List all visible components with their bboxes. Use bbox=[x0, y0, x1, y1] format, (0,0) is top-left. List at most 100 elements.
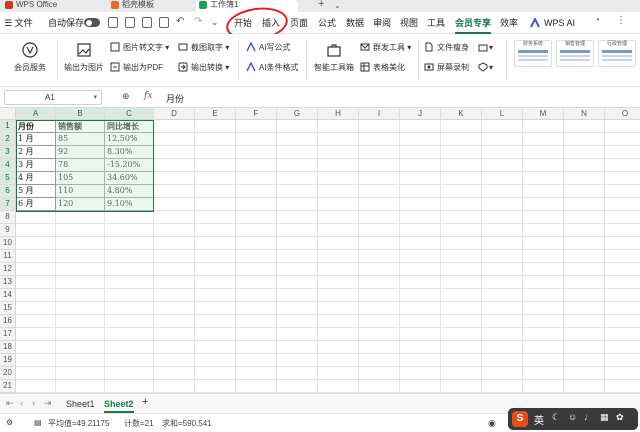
cell-i4[interactable] bbox=[359, 159, 400, 172]
cell-a1[interactable]: 月份 bbox=[16, 120, 56, 133]
cell-i20[interactable] bbox=[359, 367, 400, 380]
cell-g3[interactable] bbox=[277, 146, 318, 159]
cell-c16[interactable] bbox=[105, 315, 154, 328]
cell-f19[interactable] bbox=[236, 354, 277, 367]
cell-k21[interactable] bbox=[441, 380, 482, 393]
cell-o18[interactable] bbox=[605, 341, 640, 354]
cell-k18[interactable] bbox=[441, 341, 482, 354]
cell-b21[interactable] bbox=[56, 380, 105, 393]
screenshot-text-button[interactable]: 截图取字 ▾ bbox=[178, 42, 229, 53]
menu-file[interactable]: ☰ 文件 bbox=[4, 16, 33, 30]
column-header-i[interactable]: I bbox=[359, 108, 400, 120]
cell-l14[interactable] bbox=[482, 289, 523, 302]
cell-d3[interactable] bbox=[154, 146, 195, 159]
table-beautify-button[interactable]: 表格美化 bbox=[360, 62, 405, 73]
cell-b16[interactable] bbox=[56, 315, 105, 328]
cell-j10[interactable] bbox=[400, 237, 441, 250]
cell-e14[interactable] bbox=[195, 289, 236, 302]
cell-o9[interactable] bbox=[605, 224, 640, 237]
row-header-19[interactable]: 19 bbox=[0, 354, 16, 367]
cell-n12[interactable] bbox=[564, 263, 605, 276]
cell-g16[interactable] bbox=[277, 315, 318, 328]
cell-c10[interactable] bbox=[105, 237, 154, 250]
cell-h13[interactable] bbox=[318, 276, 359, 289]
row-header-17[interactable]: 17 bbox=[0, 328, 16, 341]
cell-a20[interactable] bbox=[16, 367, 56, 380]
cell-n9[interactable] bbox=[564, 224, 605, 237]
cell-n4[interactable] bbox=[564, 159, 605, 172]
cell-n11[interactable] bbox=[564, 250, 605, 263]
next-sheet-icon[interactable]: › bbox=[32, 398, 35, 408]
cell-g21[interactable] bbox=[277, 380, 318, 393]
cell-j20[interactable] bbox=[400, 367, 441, 380]
cell-d7[interactable] bbox=[154, 198, 195, 211]
cell-o5[interactable] bbox=[605, 172, 640, 185]
cell-m9[interactable] bbox=[523, 224, 564, 237]
column-header-o[interactable]: O bbox=[605, 108, 640, 120]
cell-o6[interactable] bbox=[605, 185, 640, 198]
cell-c9[interactable] bbox=[105, 224, 154, 237]
cell-c4[interactable]: -15.20% bbox=[105, 159, 154, 172]
cell-i21[interactable] bbox=[359, 380, 400, 393]
add-sheet-button[interactable]: + bbox=[142, 396, 148, 408]
cell-i1[interactable] bbox=[359, 120, 400, 133]
ai-formula-button[interactable]: AI写公式 bbox=[246, 42, 291, 53]
cell-m17[interactable] bbox=[523, 328, 564, 341]
row-header-16[interactable]: 16 bbox=[0, 315, 16, 328]
cell-j12[interactable] bbox=[400, 263, 441, 276]
row-header-2[interactable]: 2 bbox=[0, 133, 16, 146]
column-header-h[interactable]: H bbox=[318, 108, 359, 120]
cell-k1[interactable] bbox=[441, 120, 482, 133]
cell-f5[interactable] bbox=[236, 172, 277, 185]
cell-b3[interactable]: 92 bbox=[56, 146, 105, 159]
cell-n2[interactable] bbox=[564, 133, 605, 146]
cell-i12[interactable] bbox=[359, 263, 400, 276]
cell-f14[interactable] bbox=[236, 289, 277, 302]
cell-k9[interactable] bbox=[441, 224, 482, 237]
cell-h17[interactable] bbox=[318, 328, 359, 341]
cell-o3[interactable] bbox=[605, 146, 640, 159]
cell-b10[interactable] bbox=[56, 237, 105, 250]
cell-g1[interactable] bbox=[277, 120, 318, 133]
chevron-down-icon[interactable]: ⌄ bbox=[334, 1, 341, 10]
cell-k17[interactable] bbox=[441, 328, 482, 341]
print-icon[interactable] bbox=[142, 17, 152, 28]
cell-m7[interactable] bbox=[523, 198, 564, 211]
fx-icon[interactable]: fx bbox=[144, 91, 152, 101]
tab-view[interactable]: 视图 bbox=[400, 16, 418, 30]
export-pdf-button[interactable]: 输出为PDF bbox=[110, 62, 163, 73]
cell-d1[interactable] bbox=[154, 120, 195, 133]
cell-c6[interactable]: 4.80% bbox=[105, 185, 154, 198]
cell-b13[interactable] bbox=[56, 276, 105, 289]
cell-a17[interactable] bbox=[16, 328, 56, 341]
cell-n10[interactable] bbox=[564, 237, 605, 250]
column-header-a[interactable]: A bbox=[16, 108, 56, 120]
cell-o1[interactable] bbox=[605, 120, 640, 133]
cell-h20[interactable] bbox=[318, 367, 359, 380]
cell-h7[interactable] bbox=[318, 198, 359, 211]
cell-k20[interactable] bbox=[441, 367, 482, 380]
cell-c8[interactable] bbox=[105, 211, 154, 224]
cell-b5[interactable]: 105 bbox=[56, 172, 105, 185]
cell-c20[interactable] bbox=[105, 367, 154, 380]
cell-l16[interactable] bbox=[482, 315, 523, 328]
row-header-5[interactable]: 5 bbox=[0, 172, 16, 185]
cell-a16[interactable] bbox=[16, 315, 56, 328]
cell-a21[interactable] bbox=[16, 380, 56, 393]
cell-l21[interactable] bbox=[482, 380, 523, 393]
cell-i9[interactable] bbox=[359, 224, 400, 237]
cell-e12[interactable] bbox=[195, 263, 236, 276]
cell-l7[interactable] bbox=[482, 198, 523, 211]
cell-n5[interactable] bbox=[564, 172, 605, 185]
select-all-corner[interactable] bbox=[0, 108, 16, 120]
cell-g18[interactable] bbox=[277, 341, 318, 354]
cell-b17[interactable] bbox=[56, 328, 105, 341]
cell-k2[interactable] bbox=[441, 133, 482, 146]
column-header-f[interactable]: F bbox=[236, 108, 277, 120]
cell-a18[interactable] bbox=[16, 341, 56, 354]
cell-e19[interactable] bbox=[195, 354, 236, 367]
bell-icon[interactable]: ◔ bbox=[594, 14, 600, 28]
column-header-k[interactable]: K bbox=[441, 108, 482, 120]
cell-c12[interactable] bbox=[105, 263, 154, 276]
cell-e5[interactable] bbox=[195, 172, 236, 185]
